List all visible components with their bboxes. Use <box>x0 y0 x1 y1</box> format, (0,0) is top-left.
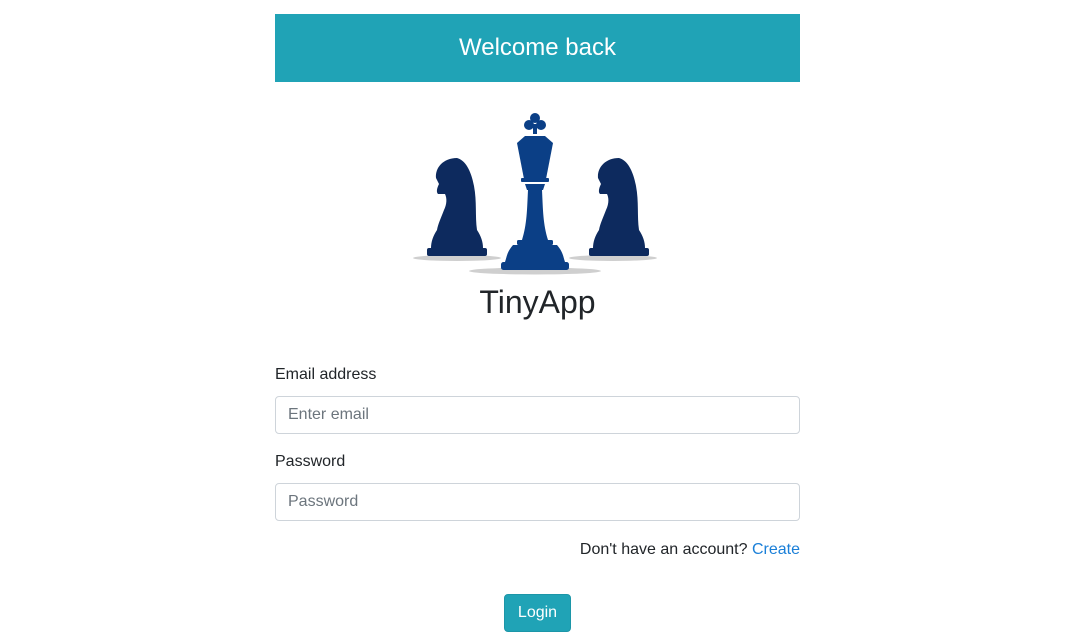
king-icon <box>500 113 569 270</box>
welcome-banner: Welcome back <box>275 14 800 82</box>
email-group: Email address <box>275 365 800 434</box>
login-page: Welcome back TinyApp Email address Enter… <box>0 0 1071 644</box>
right-knight-icon <box>588 158 649 256</box>
account-prompt-row: Don't have an account? Create <box>275 540 800 560</box>
login-form: Email address Password Don't have an acc… <box>275 365 800 632</box>
email-field[interactable] <box>275 396 800 434</box>
password-field[interactable] <box>275 483 800 521</box>
create-account-link[interactable]: Create <box>752 541 800 558</box>
email-label: Email address <box>275 366 377 383</box>
app-logo: TinyApp <box>275 112 800 322</box>
password-group: Password <box>275 452 800 521</box>
login-row: Login <box>275 594 800 632</box>
left-knight-icon <box>426 158 487 256</box>
account-prompt-text: Don't have an account? <box>579 541 748 558</box>
chess-pieces-icon <box>412 113 657 275</box>
login-button[interactable]: Login <box>503 594 572 632</box>
banner-title: Welcome back <box>459 34 616 61</box>
login-container: Welcome back TinyApp Email address Enter… <box>275 14 800 632</box>
app-name: TinyApp <box>479 284 596 320</box>
password-label: Password <box>275 453 346 470</box>
